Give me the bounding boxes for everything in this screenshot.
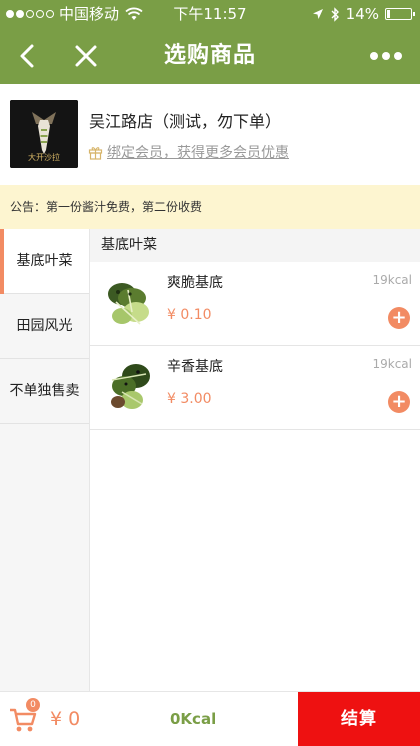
location-arrow-icon [312,9,323,19]
bluetooth-icon [331,6,339,22]
announcement-banner: 公告：第一份酱汁免费，第二份收费 [0,185,420,229]
product-price: ¥ 0.10 [167,307,212,323]
spicy-greens-image [111,364,150,409]
product-name: 爽脆基底 [167,275,223,291]
member-link-label: 绑定会员，获得更多会员优惠 [107,145,289,161]
cart-count-badge: 0 [26,698,40,712]
more-menu-icon[interactable] [366,40,406,72]
status-right: 14% [312,0,415,28]
crisp-greens-image [108,283,149,325]
category-sidebar: 基底叶菜 田园风光 不单独售卖 [0,229,90,691]
page-title: 选购商品 [163,43,256,68]
cart-total-kcal: 0Kcal [170,710,217,728]
product-list: 基底叶菜 爽脆基底 19kcal ¥ 0.10 + 辛香基底 19kcal ¥ … [90,229,420,691]
battery-percent: 14% [345,5,379,23]
bottom-bar: 0 ¥ 0 0Kcal 结算 [0,691,420,746]
bind-member-link[interactable]: 绑定会员，获得更多会员优惠 [88,142,289,162]
list-item[interactable]: 辛香基底 19kcal ¥ 3.00 + [90,346,420,430]
category-item-not-sold-alone[interactable]: 不单独售卖 [0,359,89,424]
add-to-cart-button[interactable]: + [388,391,410,413]
category-item-garden[interactable]: 田园风光 [0,294,89,359]
section-title: 基底叶菜 [90,229,420,262]
product-kcal: 19kcal [372,357,412,371]
category-item-base-greens[interactable]: 基底叶菜 [0,229,89,294]
add-to-cart-button[interactable]: + [388,307,410,329]
nav-bar: 选购商品 [0,28,420,84]
logo-text: 大开沙拉 [28,153,60,162]
store-header: 大开沙拉 吴江路店（测试，勿下单） 绑定会员，获得更多会员优惠 [0,84,420,185]
list-item[interactable]: 爽脆基底 19kcal ¥ 0.10 + [90,262,420,346]
product-price: ¥ 3.00 [167,391,212,407]
battery-icon [385,8,415,20]
gift-icon [88,146,103,160]
status-bar: 中国移动 下午11:57 14% [0,0,420,28]
product-kcal: 19kcal [372,273,412,287]
top-bar: 中国移动 下午11:57 14% 选购商品 [0,0,420,84]
checkout-button[interactable]: 结算 [298,692,420,746]
store-name: 吴江路店（测试，勿下单） [89,112,282,131]
product-name: 辛香基底 [167,359,223,375]
store-logo: 大开沙拉 [10,100,78,168]
cart-total-price: ¥ 0 [50,708,81,730]
